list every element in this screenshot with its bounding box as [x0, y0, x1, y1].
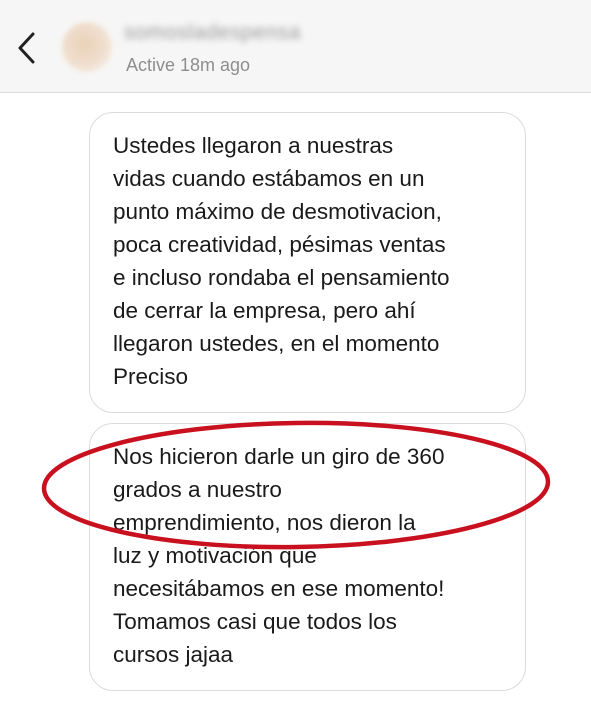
message-bubble[interactable]: Nos hicieron darle un giro de 360 grados…	[89, 423, 526, 691]
chat-header: somosladespensa Active 18m ago	[0, 0, 591, 93]
back-button[interactable]	[12, 28, 44, 68]
active-status: Active 18m ago	[126, 55, 251, 75]
message-bubble[interactable]: Ustedes llegaron a nuestras vidas cuando…	[89, 112, 526, 413]
username[interactable]: somosladespensa	[124, 20, 301, 46]
chat-screen: somosladespensa Active 18m ago Ustedes l…	[0, 0, 591, 704]
message-text: Ustedes llegaron a nuestras vidas cuando…	[113, 133, 450, 389]
avatar[interactable]	[62, 22, 112, 72]
chevron-left-icon	[18, 32, 35, 64]
message-text: Nos hicieron darle un giro de 360 grados…	[113, 444, 445, 667]
